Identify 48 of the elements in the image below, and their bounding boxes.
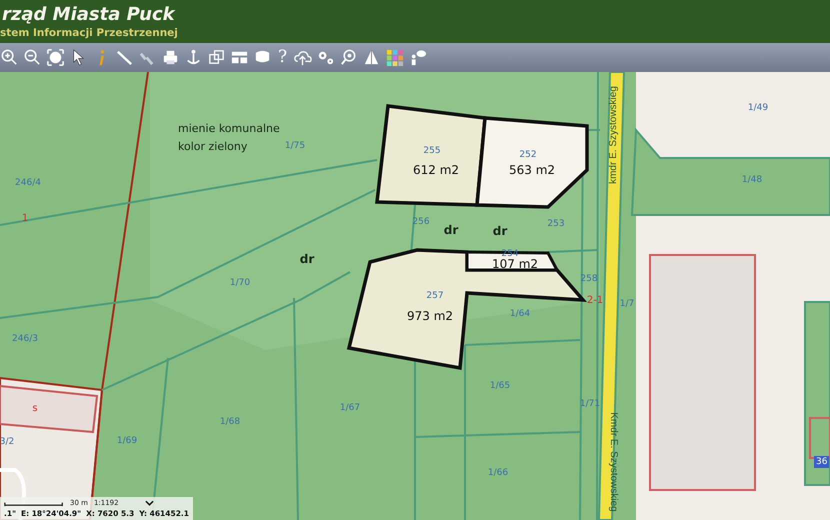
land-use-label: dr (492, 224, 508, 238)
parcel-badge: 36 (814, 456, 830, 468)
street-name: Kmdr E. Szystowskieg (608, 412, 619, 512)
parcel-number: 1/7 (620, 299, 634, 309)
parcel-number: 1/75 (284, 141, 306, 151)
land-use-label: dr (300, 252, 314, 266)
parcel-number: 1/65 (490, 381, 510, 391)
area-label: 612 m2 (412, 163, 460, 177)
print-icon[interactable] (161, 48, 180, 67)
land-use-label: dr (444, 223, 458, 237)
map-note: kolor zielony (178, 140, 248, 153)
parcel-number: 1/67 (340, 403, 360, 413)
parcel-number: 1/64 (510, 309, 530, 319)
area-label: 107 m2 (492, 257, 538, 271)
scale-bar-icon (4, 500, 64, 506)
street-name: kmdr E. Szystowskieg (608, 86, 619, 184)
parcel-number: 252 (519, 150, 537, 160)
map-label: 2-1 (586, 295, 604, 306)
chevron-down-icon[interactable] (144, 500, 154, 506)
area-label: 563 m2 (508, 163, 556, 177)
building-outline (809, 417, 830, 459)
parcel-number: 255 (423, 146, 441, 156)
parcel-number: 1/49 (748, 103, 768, 113)
parcel-number: 257 (426, 291, 444, 301)
color-grid-icon[interactable] (385, 48, 404, 67)
parcel-number: 253 (547, 219, 565, 229)
app-subtitle: stem Informacji Przestrzennej (0, 26, 179, 40)
parcel-number: 1/48 (742, 175, 762, 185)
map-label: 1 (22, 213, 28, 224)
measure-icon[interactable] (115, 48, 134, 67)
map-note: mienie komunalne (178, 122, 280, 135)
area-label: 973 m2 (406, 309, 454, 323)
parcel-number: 1/69 (116, 436, 138, 446)
layers-icon[interactable] (207, 48, 226, 67)
parcel-number: 1/68 (220, 417, 240, 427)
parcel-number: 246/3 (12, 334, 38, 344)
parcel-number: 1/71 (580, 399, 600, 409)
parcel-number: 1/70 (230, 278, 250, 288)
parcel-number: 1/66 (488, 468, 508, 478)
zoom-in-icon[interactable] (0, 48, 19, 67)
cloud-upload-icon[interactable] (293, 48, 312, 67)
search-icon[interactable] (339, 48, 358, 67)
help-button[interactable]: ? (276, 48, 290, 67)
full-extent-icon[interactable] (46, 48, 65, 67)
app-title: rząd Miasta Puck (1, 4, 176, 26)
parcel-number: 246/4 (15, 178, 41, 188)
map-label: s (32, 403, 38, 414)
zoom-out-icon[interactable] (23, 48, 42, 67)
